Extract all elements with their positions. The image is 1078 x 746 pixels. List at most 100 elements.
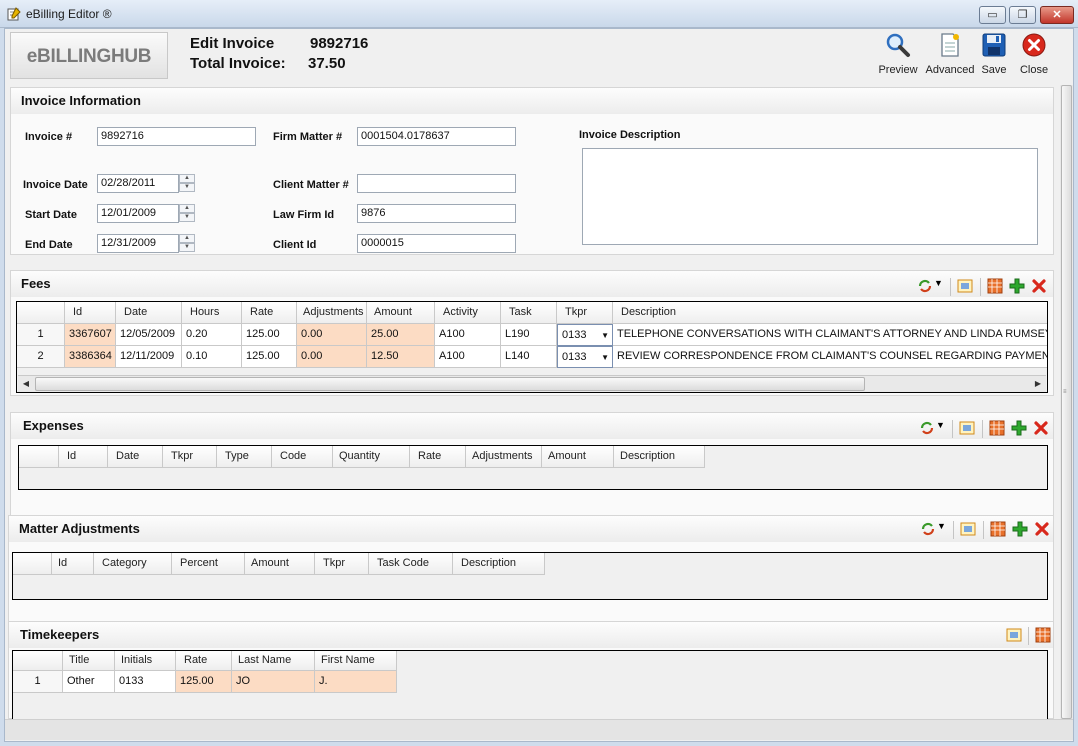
fee-activity-cell[interactable]: A100 — [435, 346, 501, 368]
refresh-icon[interactable] — [919, 420, 935, 436]
fee-hours-cell[interactable]: 0.20 — [182, 324, 242, 346]
timekeepers-grid[interactable]: Title Initials Rate Last Name First Name… — [12, 650, 1048, 720]
scrollbar-thumb[interactable] — [1061, 85, 1072, 719]
expenses-col-tkpr[interactable]: Tkpr — [163, 446, 217, 468]
matter-col-id[interactable]: Id — [52, 553, 94, 575]
tk-col-title[interactable]: Title — [63, 651, 115, 671]
fee-adjustments-cell: 0.00 — [297, 324, 367, 346]
grid-icon[interactable] — [987, 278, 1003, 294]
columns-icon[interactable] — [957, 278, 973, 294]
end-date-field[interactable]: 12/31/2009 — [97, 234, 179, 253]
fee-hours-cell[interactable]: 0.10 — [182, 346, 242, 368]
tk-col-initials[interactable]: Initials — [115, 651, 176, 671]
columns-icon[interactable] — [1006, 627, 1022, 643]
add-icon[interactable] — [1012, 521, 1028, 537]
fee-tkpr-dropdown[interactable]: 0133 ▼ — [557, 324, 613, 346]
expenses-col-code[interactable]: Code — [272, 446, 333, 468]
fee-description-cell[interactable]: TELEPHONE CONVERSATIONS WITH CLAIMANT'S … — [613, 324, 1047, 346]
matter-col-description[interactable]: Description — [453, 553, 545, 575]
expenses-col-description[interactable]: Description — [614, 446, 705, 468]
delete-icon[interactable] — [1031, 278, 1047, 294]
expenses-title: Expenses — [11, 413, 1053, 439]
tk-title-cell[interactable]: Other — [63, 671, 115, 693]
matter-col-percent[interactable]: Percent — [172, 553, 245, 575]
fees-col-adjustments[interactable]: Adjustments — [297, 302, 367, 324]
matter-col-category[interactable]: Category — [94, 553, 172, 575]
matter-col-amount[interactable]: Amount — [245, 553, 315, 575]
invoice-date-spinner[interactable]: ▲ ▼ — [179, 174, 195, 193]
refresh-icon[interactable] — [917, 278, 933, 294]
fee-date-cell[interactable]: 12/11/2009 — [116, 346, 182, 368]
fee-rate-cell[interactable]: 125.00 — [242, 324, 297, 346]
expenses-grid[interactable]: Id Date Tkpr Type Code Quantity Rate Adj… — [18, 445, 1048, 490]
fee-task-cell[interactable]: L190 — [501, 324, 557, 346]
start-date-field[interactable]: 12/01/2009 — [97, 204, 179, 223]
grid-icon[interactable] — [989, 420, 1005, 436]
matter-col-task-code[interactable]: Task Code — [369, 553, 453, 575]
add-icon[interactable] — [1009, 278, 1025, 294]
columns-icon[interactable] — [959, 420, 975, 436]
client-matter-field[interactable] — [357, 174, 516, 193]
expenses-col-type[interactable]: Type — [217, 446, 272, 468]
grid-icon[interactable] — [990, 521, 1006, 537]
matter-col-tkpr[interactable]: Tkpr — [315, 553, 369, 575]
invoice-number-field[interactable]: 9892716 — [97, 127, 256, 146]
fee-task-cell[interactable]: L140 — [501, 346, 557, 368]
chevron-down-icon[interactable]: ▼ — [936, 420, 952, 436]
minimize-button[interactable]: ▭ — [979, 6, 1006, 24]
fees-col-rate[interactable]: Rate — [242, 302, 297, 324]
advanced-button[interactable]: Advanced — [925, 32, 975, 80]
expenses-col-date[interactable]: Date — [108, 446, 163, 468]
scroll-right-icon[interactable]: ▶ — [1030, 376, 1046, 392]
fees-col-id[interactable]: Id — [65, 302, 116, 324]
expenses-col-amount[interactable]: Amount — [542, 446, 614, 468]
matter-adjustments-grid[interactable]: Id Category Percent Amount Tkpr Task Cod… — [12, 552, 1048, 600]
law-firm-id-field[interactable]: 9876 — [357, 204, 516, 223]
tk-col-rate[interactable]: Rate — [176, 651, 232, 671]
delete-icon[interactable] — [1033, 420, 1049, 436]
fee-description-cell[interactable]: REVIEW CORRESPONDENCE FROM CLAIMANT'S CO… — [613, 346, 1047, 368]
chevron-down-icon[interactable]: ▼ — [934, 278, 950, 294]
window-vertical-scrollbar[interactable]: ≡ — [1060, 85, 1073, 719]
client-matter-label: Client Matter # — [273, 179, 349, 191]
grid-icon[interactable] — [1035, 627, 1051, 643]
fees-col-date[interactable]: Date — [116, 302, 182, 324]
fees-horizontal-scrollbar[interactable]: ◀ ▶ — [18, 375, 1046, 392]
columns-icon[interactable] — [960, 521, 976, 537]
window-close-button[interactable]: ✕ — [1040, 6, 1074, 24]
firm-matter-field[interactable]: 0001504.0178637 — [357, 127, 516, 146]
fees-col-activity[interactable]: Activity — [435, 302, 501, 324]
start-date-spinner[interactable]: ▲ ▼ — [179, 204, 195, 223]
fee-activity-cell[interactable]: A100 — [435, 324, 501, 346]
fees-col-tkpr[interactable]: Tkpr — [557, 302, 613, 324]
maximize-button[interactable]: ❐ — [1009, 6, 1036, 24]
fees-col-hours[interactable]: Hours — [182, 302, 242, 324]
fees-grid[interactable]: Id Date Hours Rate Adjustments Amount Ac… — [16, 301, 1048, 393]
expenses-col-quantity[interactable]: Quantity — [333, 446, 410, 468]
fee-date-cell[interactable]: 12/05/2009 — [116, 324, 182, 346]
fees-col-task[interactable]: Task — [501, 302, 557, 324]
scroll-left-icon[interactable]: ◀ — [18, 376, 34, 392]
fees-col-description[interactable]: Description — [613, 302, 1047, 324]
expenses-col-adjustments[interactable]: Adjustments — [466, 446, 542, 468]
fees-col-amount[interactable]: Amount — [367, 302, 435, 324]
fee-rate-cell[interactable]: 125.00 — [242, 346, 297, 368]
close-button[interactable]: Close — [1009, 32, 1059, 80]
client-id-field[interactable]: 0000015 — [357, 234, 516, 253]
chevron-down-icon[interactable]: ▼ — [937, 521, 953, 537]
tk-col-last-name[interactable]: Last Name — [232, 651, 315, 671]
preview-button[interactable]: Preview — [873, 32, 923, 80]
refresh-icon[interactable] — [920, 521, 936, 537]
expenses-col-rate[interactable]: Rate — [410, 446, 466, 468]
fee-amount-cell: 25.00 — [367, 324, 435, 346]
tk-col-first-name[interactable]: First Name — [315, 651, 397, 671]
scrollbar-thumb[interactable] — [35, 377, 865, 391]
invoice-date-field[interactable]: 02/28/2011 — [97, 174, 179, 193]
tk-initials-cell[interactable]: 0133 — [115, 671, 176, 693]
add-icon[interactable] — [1011, 420, 1027, 436]
delete-icon[interactable] — [1034, 521, 1050, 537]
expenses-col-id[interactable]: Id — [59, 446, 108, 468]
end-date-spinner[interactable]: ▲ ▼ — [179, 234, 195, 253]
invoice-description-textarea[interactable] — [582, 148, 1038, 245]
fee-tkpr-dropdown[interactable]: 0133 ▼ — [557, 346, 613, 368]
